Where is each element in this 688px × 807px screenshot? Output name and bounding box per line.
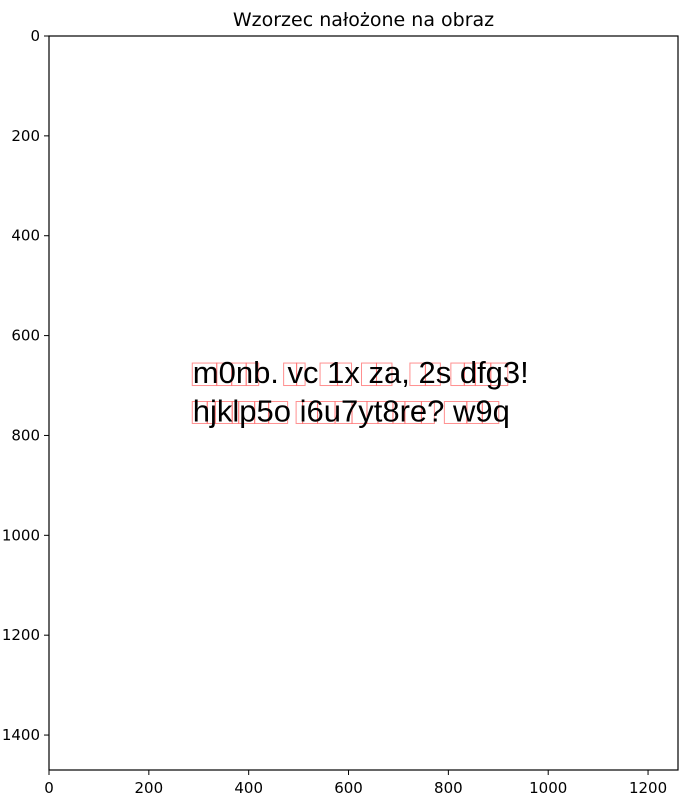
y-tick-label: 0 — [30, 27, 40, 45]
y-tick-label: 200 — [11, 127, 40, 145]
x-tick-label: 800 — [434, 779, 463, 797]
y-tick-label: 1400 — [2, 726, 40, 744]
y-axis: 0 200 400 600 800 1000 1200 1400 — [2, 27, 49, 744]
y-tick-label: 1200 — [2, 626, 40, 644]
x-tick-label: 200 — [135, 779, 164, 797]
overlay-text-line: m0nb. vc 1x za, 2s dfg3! — [193, 355, 529, 390]
overlay-text-line: hjklp5o i6u7yt8re? w9q — [193, 393, 510, 428]
y-tick-label: 400 — [11, 227, 40, 245]
x-axis: 0 200 400 600 800 1000 1200 — [44, 770, 667, 797]
x-tick-label: 0 — [44, 779, 54, 797]
y-tick-label: 600 — [11, 327, 40, 345]
x-tick-label: 400 — [234, 779, 263, 797]
y-tick-label: 800 — [11, 426, 40, 444]
x-tick-label: 600 — [334, 779, 363, 797]
x-tick-label: 1000 — [529, 779, 567, 797]
x-tick-label: 1200 — [629, 779, 667, 797]
y-tick-label: 1000 — [2, 526, 40, 544]
chart-title: Wzorzec nałożone na obraz — [233, 9, 494, 31]
figure: Wzorzec nałożone na obraz 0 200 400 600 800 1… — [2, 9, 679, 797]
